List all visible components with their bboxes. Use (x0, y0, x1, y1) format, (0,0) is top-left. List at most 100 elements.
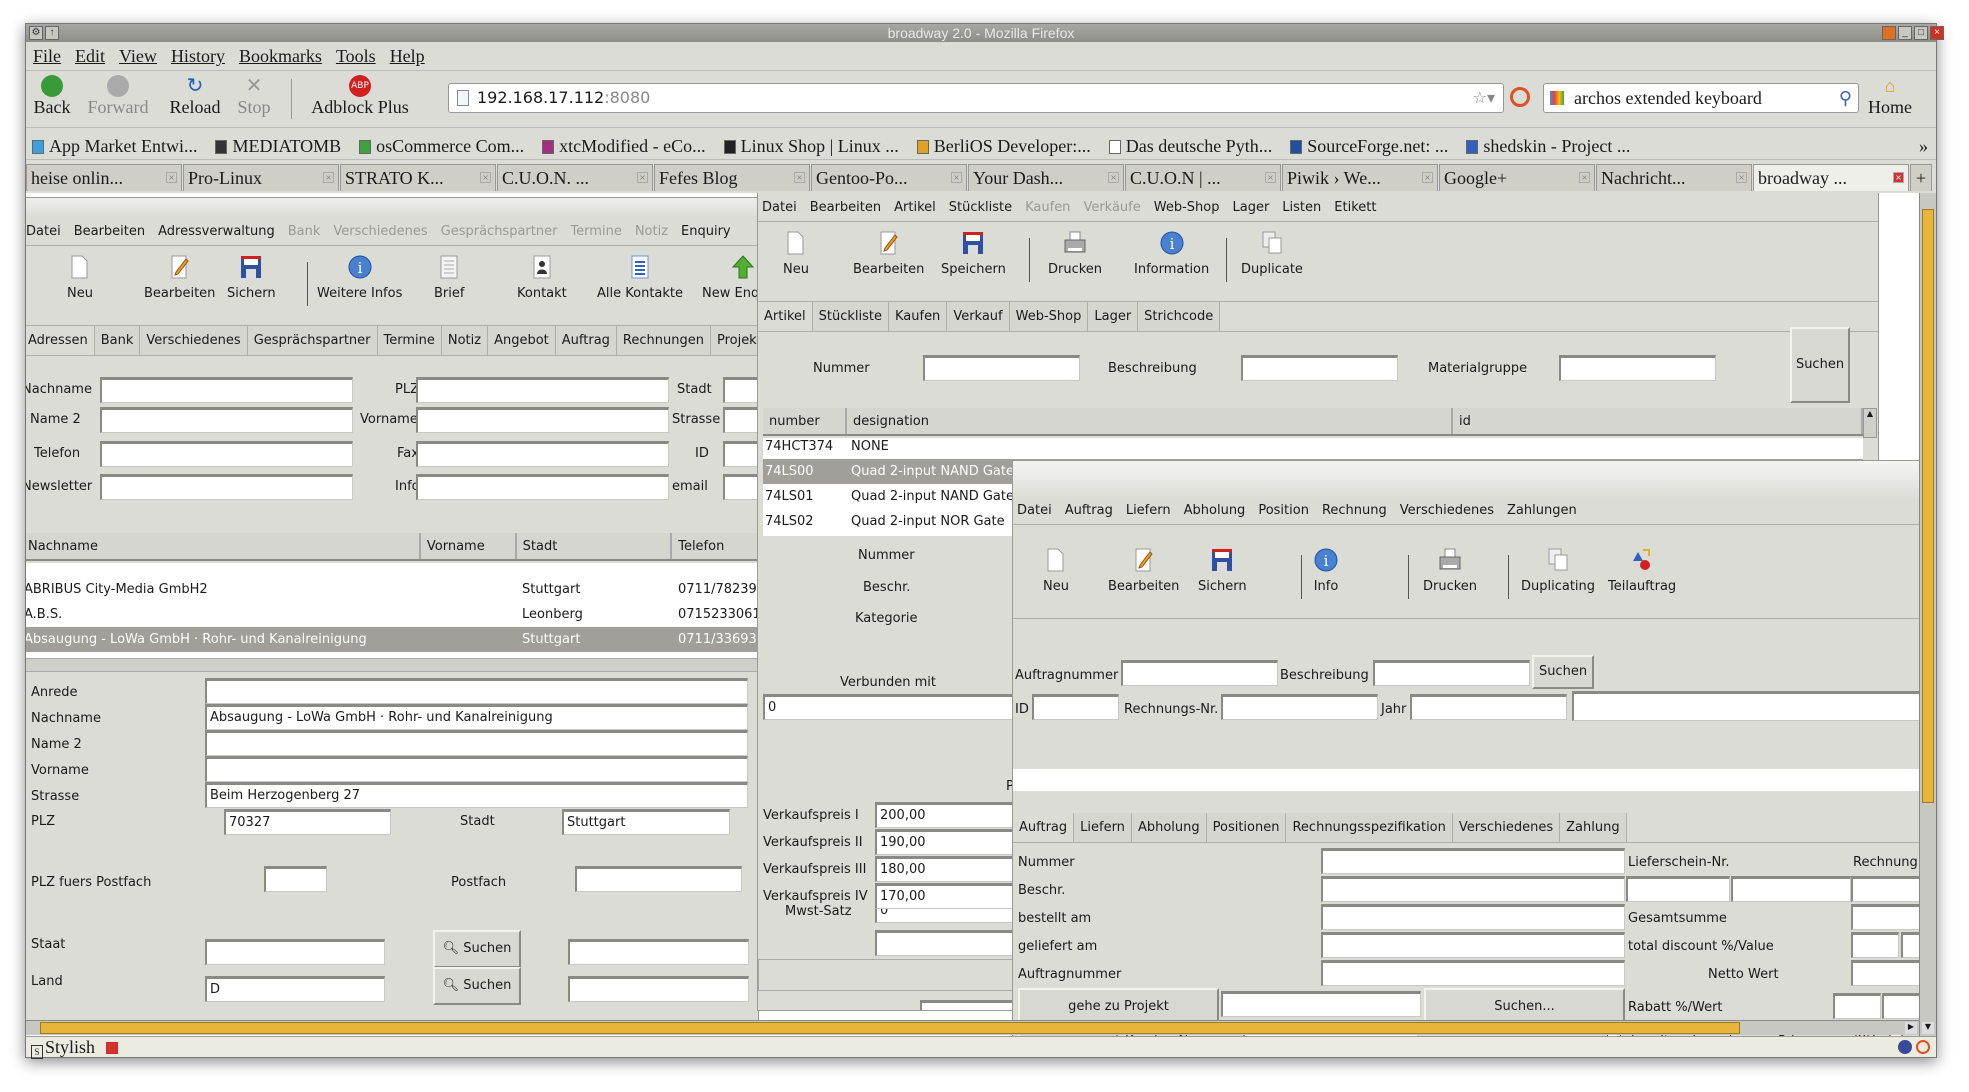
search-beschreibung-input[interactable] (1241, 355, 1398, 381)
search-plz-input[interactable] (416, 377, 669, 403)
land-search-button[interactable]: 🔍︎ Suchen (433, 967, 521, 1005)
menu-lager[interactable]: Lager (1232, 194, 1269, 221)
browser-tab[interactable]: heise onlin... × (26, 164, 182, 191)
table-row[interactable]: ABRIBUS City-Media GmbH2 Stuttgart 0711/78… (26, 577, 758, 602)
tab-stückliste[interactable]: Stückliste (812, 302, 889, 331)
browser-tab[interactable]: Fefes Blog × (654, 164, 810, 191)
menu-tools[interactable]: Tools (336, 46, 376, 68)
tab-close-icon[interactable]: × (1893, 172, 1904, 183)
toolbar-alle-kontakte-button[interactable]: Alle Kontakte (597, 254, 683, 301)
staat-extra-input[interactable] (568, 939, 749, 965)
order-search-button[interactable]: Suchen (1532, 655, 1594, 689)
detail-vorname-input[interactable] (205, 756, 748, 782)
nummer-input[interactable] (1321, 848, 1625, 874)
search-name2-input[interactable] (100, 407, 353, 433)
search-rechnungs-nr-input[interactable] (1221, 694, 1378, 720)
toolbar-drucken-button[interactable]: Drucken (1423, 547, 1477, 594)
search-id-input[interactable] (723, 441, 758, 467)
toolbar-bearbeiten-button[interactable]: Bearbeiten (853, 230, 924, 277)
url-input[interactable]: 192.168.17.112:8080 ☆▾ (448, 83, 1504, 113)
browser-tab[interactable]: C.U.O.N. ... × (497, 164, 653, 191)
stylish-close-icon[interactable] (105, 1042, 118, 1054)
scroll-down-button[interactable]: ▼ (1922, 1022, 1934, 1034)
tab-verschiedenes[interactable]: Verschiedenes (1452, 813, 1561, 842)
adblock-plus-button[interactable]: ABP Adblock Plus (304, 75, 416, 118)
toolbar-info-button[interactable]: i Info (1313, 547, 1339, 594)
column-header-telefon[interactable]: Telefon (672, 533, 758, 559)
toolbar-duplicating-button[interactable]: Duplicating (1521, 547, 1595, 594)
menu-file[interactable]: File (33, 46, 61, 68)
projekt-input[interactable] (1221, 991, 1421, 1017)
bestellt-am-input[interactable] (1321, 904, 1625, 930)
tab-rechnungsspezifikation[interactable]: Rechnungsspezifikation (1286, 813, 1453, 842)
search-materialgruppe-input[interactable] (1559, 355, 1716, 381)
menu-stückliste[interactable]: Stückliste (949, 194, 1012, 221)
price-input[interactable]: 190,00 (875, 829, 1035, 855)
auftragnummer-input[interactable] (1321, 960, 1625, 986)
tab-close-icon[interactable]: × (166, 172, 177, 183)
menu-artikel[interactable]: Artikel (894, 194, 936, 221)
menu-etikett[interactable]: Etikett (1334, 194, 1376, 221)
search-auftragnummer-input[interactable] (1121, 660, 1278, 686)
browser-tab[interactable]: Pro-Linux × (183, 164, 339, 191)
tab-artikel[interactable]: Artikel (758, 302, 813, 331)
tab-termine[interactable]: Termine (377, 326, 442, 355)
menu-datei[interactable]: Datei (26, 218, 61, 245)
toolbar-weitere-infos-button[interactable]: i Weitere Infos (317, 254, 402, 301)
toolbar-sichern-button[interactable]: Sichern (227, 254, 276, 301)
column-header-id[interactable]: id (1453, 408, 1863, 434)
menu-listen[interactable]: Listen (1282, 194, 1321, 221)
bookmark-item[interactable]: Linux Shop | Linux ... (723, 132, 899, 159)
vertical-scrollbar-thumb[interactable] (1922, 209, 1934, 803)
toolbar-neu-button[interactable]: Neu (1043, 547, 1069, 594)
verbunden-mit-input[interactable]: 0 (763, 694, 1023, 720)
column-header-number[interactable]: number (763, 408, 847, 434)
search-jahr-input[interactable] (1410, 694, 1567, 720)
tab-angebot[interactable]: Angebot (488, 326, 556, 355)
column-header-stadt[interactable]: Stadt (517, 533, 673, 559)
tab-adressen[interactable]: Adressen (26, 326, 95, 355)
order-list[interactable] (1013, 769, 1919, 791)
detail-name2-input[interactable] (205, 730, 748, 756)
toolbar-drucken-button[interactable]: Drucken (1048, 230, 1102, 277)
search-telefon-input[interactable] (100, 441, 353, 467)
pin-icon[interactable]: ↑ (45, 26, 59, 40)
menu-verschiedenes[interactable]: Verschiedenes (1400, 497, 1494, 524)
rabatt-value-input[interactable] (1882, 993, 1919, 1019)
tab-rechnungen[interactable]: Rechnungen (616, 326, 711, 355)
search-strasse-input[interactable] (723, 407, 758, 433)
menu-datei[interactable]: Datei (1017, 497, 1052, 524)
search-icon[interactable]: ⚲ (1839, 84, 1852, 112)
address-table-hscrollbar[interactable] (26, 658, 758, 672)
bookmark-item[interactable]: shedskin - Project ... (1466, 132, 1630, 159)
article-table-scrollbar[interactable]: ▲ (1863, 408, 1877, 438)
discount-value-input[interactable] (1901, 932, 1919, 958)
browser-tab[interactable]: Nachricht... × (1596, 164, 1752, 191)
home-button[interactable]: ⌂ Home (1863, 75, 1917, 118)
menu-help[interactable]: Help (390, 46, 425, 68)
toolbar-brief-button[interactable]: Brief (434, 254, 464, 301)
adblock-status-bar-icon[interactable] (1916, 1040, 1930, 1054)
adblock-status-icon[interactable] (1510, 87, 1530, 107)
menu-rechnung[interactable]: Rechnung (1322, 497, 1387, 524)
tab-notiz[interactable]: Notiz (441, 326, 489, 355)
bookmark-item[interactable]: Das deutsche Pyth... (1108, 132, 1272, 159)
tab-close-icon[interactable]: × (1108, 172, 1119, 183)
rechnung-input[interactable] (1851, 876, 1919, 902)
bookmarks-overflow-chevron-icon[interactable]: » (1919, 132, 1936, 159)
menu-datei[interactable]: Datei (762, 194, 797, 221)
toolbar-duplicate-button[interactable]: Duplicate (1241, 230, 1303, 277)
plz-postfach-input[interactable] (264, 866, 327, 892)
lieferschein-input-2[interactable] (1731, 876, 1851, 902)
menu-adressverwaltung[interactable]: Adressverwaltung (158, 218, 275, 245)
browser-tab[interactable]: Piwik › We... × (1282, 164, 1438, 191)
tab-close-icon[interactable]: × (480, 172, 491, 183)
browser-tab[interactable]: Gentoo-Po... × (811, 164, 967, 191)
tab-verkauf[interactable]: Verkauf (947, 302, 1010, 331)
table-row[interactable]: A.B.S. Leonberg 0715233061 (26, 602, 758, 627)
column-header-nachname[interactable]: Nachname (26, 533, 421, 559)
toolbar-neu-button[interactable]: Neu (67, 254, 93, 301)
column-header-vorname[interactable]: Vorname (421, 533, 517, 559)
toolbar-speichern-button[interactable]: Speichern (941, 230, 1006, 277)
toolbar-neu-button[interactable]: Neu (783, 230, 809, 277)
